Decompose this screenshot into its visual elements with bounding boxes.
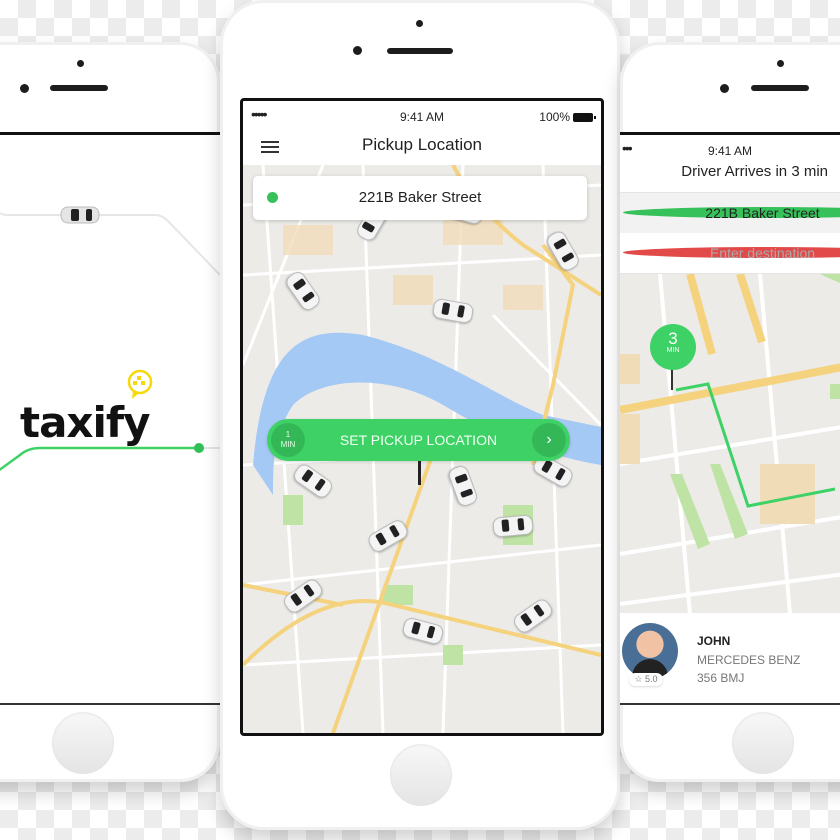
pickup-address: 221B Baker Street: [358, 189, 482, 206]
earpiece-speaker: [50, 85, 108, 91]
route-map[interactable]: 3 MIN: [620, 274, 840, 614]
status-bar: ••••• 9:41 AM 100%: [243, 101, 601, 131]
driver-name: JOHN: [697, 634, 731, 648]
front-sensor: [416, 20, 423, 27]
battery-percent: 100%: [539, 110, 570, 124]
set-pickup-location-button[interactable]: 1 MIN SET PICKUP LOCATION ›: [267, 419, 570, 461]
status-time: 9:41 AM: [707, 144, 753, 158]
car-marker-icon: [492, 514, 534, 538]
earpiece-speaker: [751, 85, 809, 91]
page-title: Driver Arrives in 3 min: [681, 163, 828, 180]
nav-bar: Pickup Location: [243, 129, 601, 165]
front-sensor: [77, 60, 84, 67]
car-icon: [60, 206, 100, 224]
front-camera: [720, 84, 729, 93]
right-phone: ••• 9:41 AM Driver Arrives in 3 min 221B…: [620, 42, 840, 782]
home-button[interactable]: [390, 744, 452, 806]
route-map-graphics: [620, 274, 840, 614]
pickup-button-label: SET PICKUP LOCATION: [339, 432, 498, 448]
pickup-screen: ••••• 9:41 AM 100% Pickup Location 221B …: [240, 98, 604, 736]
earpiece-speaker: [387, 48, 453, 54]
route-endpoint: [194, 443, 204, 453]
left-phone: taxify: [0, 42, 220, 782]
chevron-right-icon[interactable]: ›: [532, 423, 566, 457]
front-camera: [353, 46, 362, 55]
battery-icon: [573, 112, 596, 122]
driver-card[interactable]: ☆ 5.0 JOHN MERCEDES BENZ 356 BMJ: [620, 613, 840, 703]
taxi-pin-icon: [127, 369, 153, 399]
home-button[interactable]: [732, 712, 794, 774]
center-phone: ••••• 9:41 AM 100% Pickup Location 221B …: [220, 0, 620, 830]
driver-rating: ☆ 5.0: [629, 673, 663, 686]
destination-input[interactable]: Enter destination: [620, 233, 840, 274]
eta-pin: 3 MIN: [650, 324, 696, 370]
front-sensor: [777, 60, 784, 67]
page-title: Pickup Location: [361, 135, 483, 154]
pickup-address-field[interactable]: 221B Baker Street: [253, 176, 587, 220]
driver-car: MERCEDES BENZ: [697, 653, 801, 667]
home-button[interactable]: [52, 712, 114, 774]
splash-screen: taxify: [0, 132, 220, 705]
destination-placeholder: Enter destination: [709, 245, 816, 261]
driver-plate: 356 BMJ: [697, 671, 745, 685]
pickup-address-field[interactable]: 221B Baker Street: [620, 192, 840, 234]
status-bar: ••• 9:41 AM: [620, 135, 840, 165]
front-camera: [20, 84, 29, 93]
location-pin-stick: [418, 461, 421, 485]
driver-avatar: [622, 623, 678, 679]
driver-arriving-screen: ••• 9:41 AM Driver Arrives in 3 min 221B…: [620, 132, 840, 705]
taxify-logo: taxify: [20, 398, 151, 447]
pickup-address: 221B Baker Street: [705, 205, 820, 221]
